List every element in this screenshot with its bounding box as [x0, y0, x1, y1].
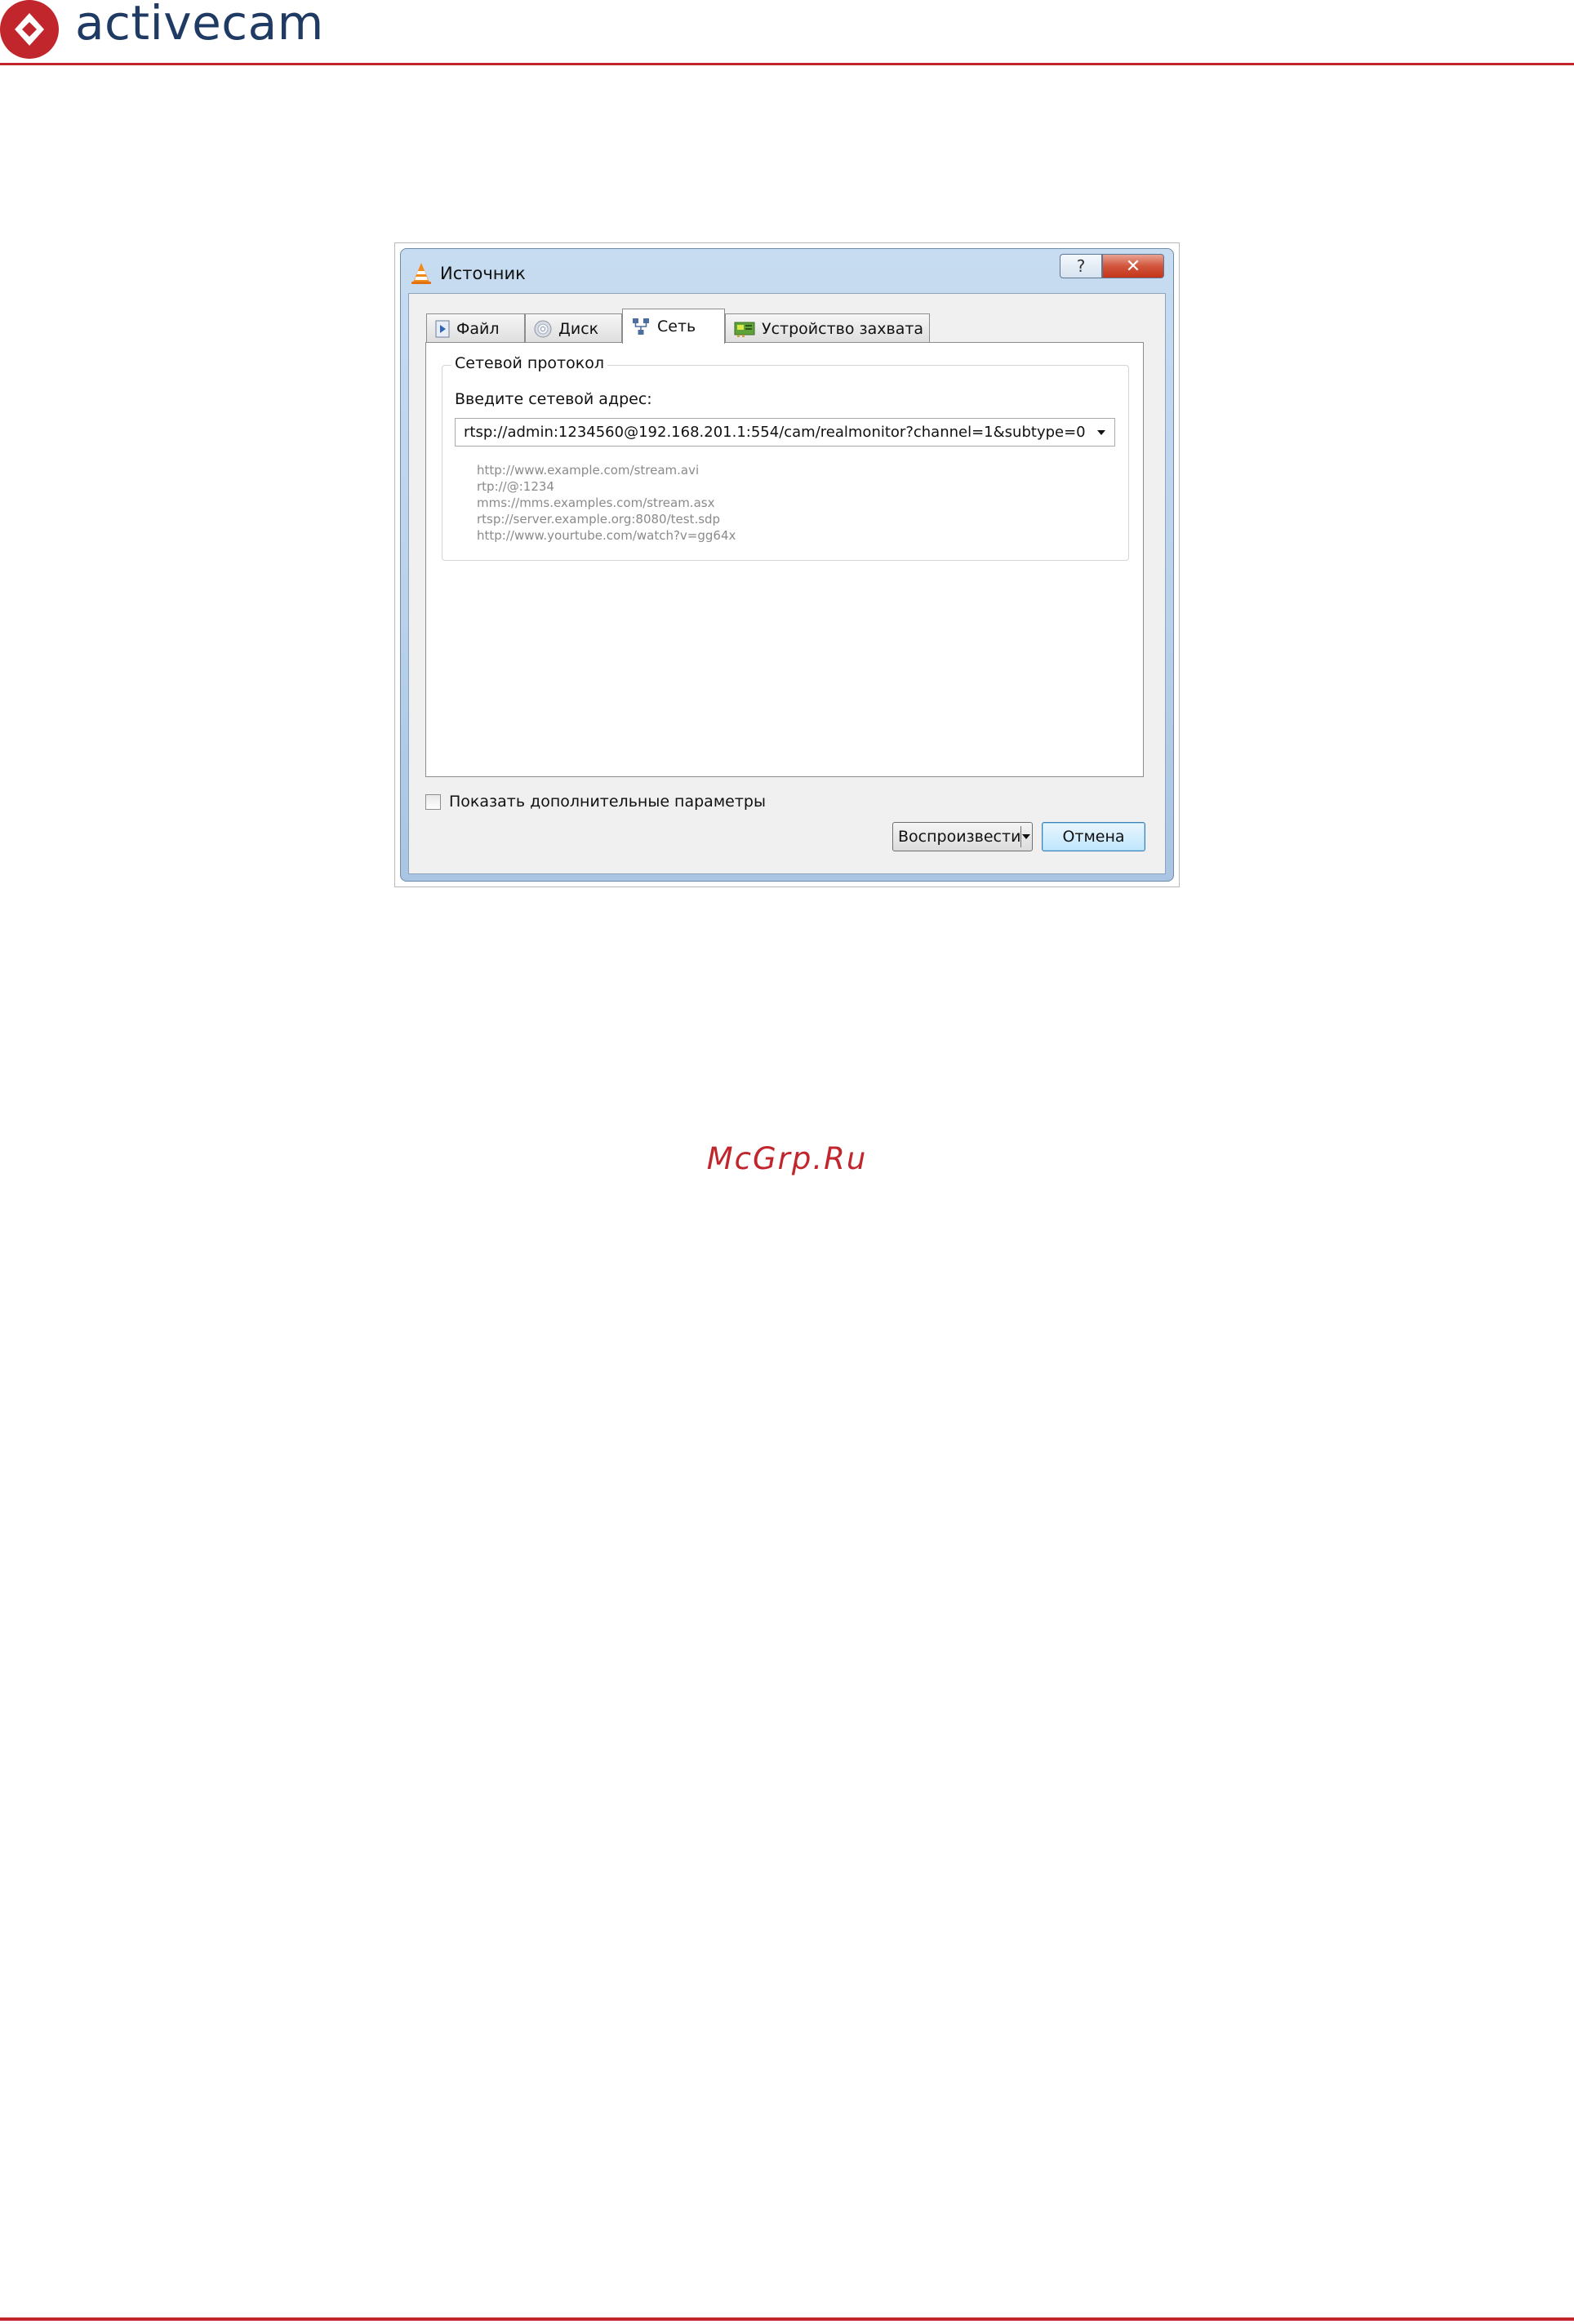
close-icon: ✕ [1125, 256, 1141, 277]
disc-icon [534, 320, 552, 337]
network-address-value[interactable]: rtsp://admin:1234560@192.168.201.1:554/c… [456, 424, 1088, 441]
combo-dropdown-button[interactable] [1088, 419, 1114, 446]
group-title: Сетевой протокол [451, 354, 607, 372]
chevron-down-icon [1097, 429, 1105, 435]
chevron-down-icon [1022, 834, 1031, 839]
play-options-dropdown[interactable] [1021, 833, 1032, 840]
help-icon: ? [1076, 256, 1086, 276]
screenshot-frame: Источник ? ✕ Файл Диск Сеть Устройство з… [394, 242, 1180, 887]
example-url: rtp://@:1234 [477, 479, 554, 494]
close-button[interactable]: ✕ [1102, 254, 1164, 278]
watermark-text: McGrp.Ru [706, 1141, 868, 1176]
tab-capture-device[interactable]: Устройство захвата [725, 313, 930, 343]
example-url: rtsp://server.example.org:8080/test.sdp [477, 512, 721, 527]
play-button[interactable]: Воспроизвести [892, 822, 1033, 851]
tab-file[interactable]: Файл [426, 313, 525, 343]
capture-card-icon [734, 322, 755, 337]
header-rule [0, 63, 1574, 65]
brand-name: activecam [75, 0, 324, 51]
show-more-options-row[interactable]: Показать дополнительные параметры [425, 793, 766, 811]
example-url: http://www.example.com/stream.avi [477, 463, 700, 478]
footer-rule [0, 2317, 1574, 2321]
show-more-options-label[interactable]: Показать дополнительные параметры [449, 793, 766, 811]
vlc-cone-icon [411, 263, 431, 284]
help-button[interactable]: ? [1060, 254, 1102, 278]
tab-label: Файл [456, 319, 500, 338]
play-file-icon [435, 320, 450, 337]
show-more-options-checkbox[interactable] [425, 793, 441, 810]
network-icon [633, 318, 649, 335]
dialog-title: Источник [440, 264, 526, 283]
tab-disc[interactable]: Диск [525, 313, 622, 343]
cancel-button[interactable]: Отмена [1042, 822, 1145, 851]
tab-network[interactable]: Сеть [622, 309, 725, 344]
title-bar: Источник ? ✕ [401, 249, 1173, 291]
tab-label: Диск [558, 319, 599, 338]
dialog-client-area: Файл Диск Сеть Устройство захвата Сетево… [408, 293, 1166, 874]
source-dialog: Источник ? ✕ Файл Диск Сеть Устройство з… [400, 248, 1174, 882]
address-label: Введите сетевой адрес: [455, 390, 652, 408]
network-protocol-group: Сетевой протокол Введите сетевой адрес: … [442, 354, 1129, 561]
play-button-label: Воспроизвести [898, 828, 1021, 846]
network-address-combobox[interactable]: rtsp://admin:1234560@192.168.201.1:554/c… [455, 418, 1115, 447]
tab-label: Устройство захвата [762, 319, 924, 338]
example-url: http://www.yourtube.com/watch?v=gg64x [477, 528, 736, 543]
network-tab-panel: Сетевой протокол Введите сетевой адрес: … [425, 342, 1144, 777]
address-examples: http://www.example.com/stream.avi rtp://… [477, 462, 736, 544]
activecam-logo [0, 0, 59, 59]
example-url: mms://mms.examples.com/stream.asx [477, 495, 715, 510]
tab-label: Сеть [657, 318, 696, 335]
